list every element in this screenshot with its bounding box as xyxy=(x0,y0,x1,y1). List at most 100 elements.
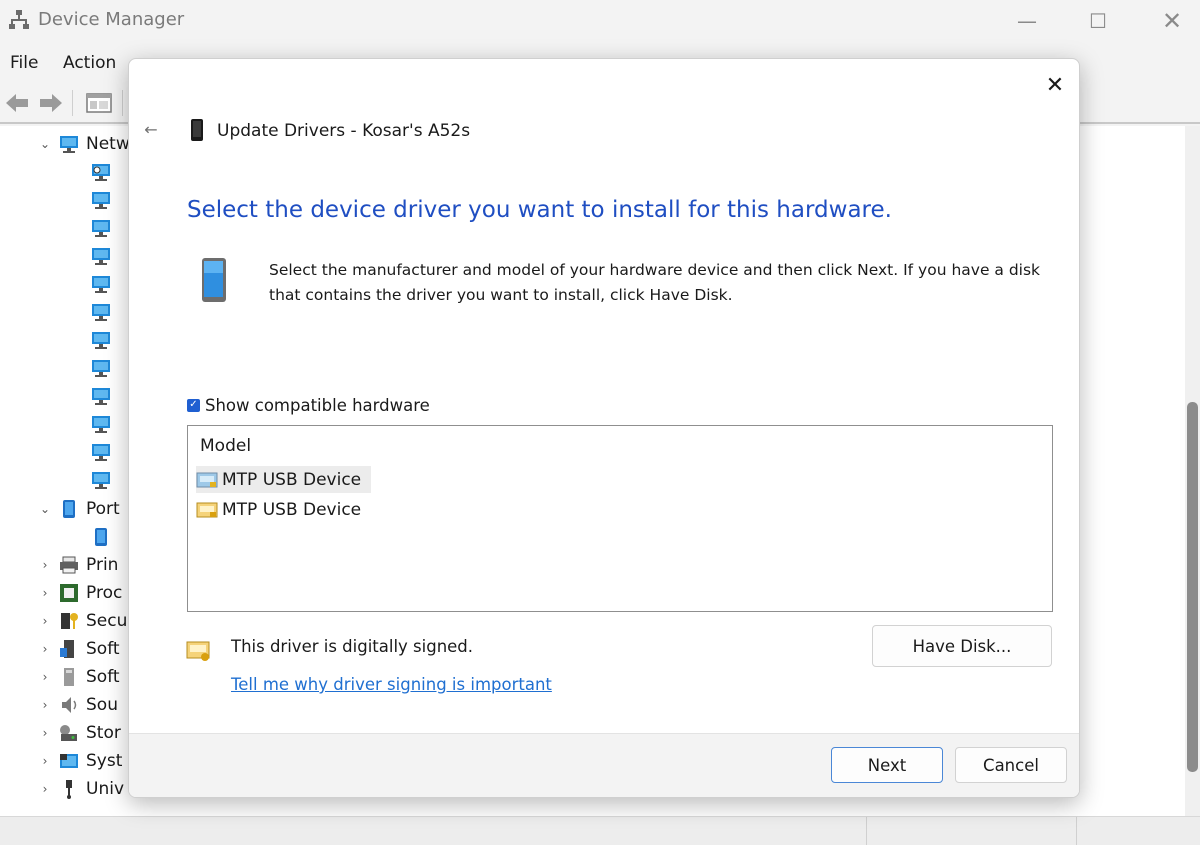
model-list-item[interactable]: MTP USB Device xyxy=(196,466,372,493)
tree-item-processors[interactable]: › Proc xyxy=(38,580,123,606)
tree-item-security[interactable]: › Secu xyxy=(38,608,128,634)
network-adapter-icon xyxy=(92,164,110,181)
checkbox-checked-icon[interactable]: ✓ xyxy=(187,398,200,412)
device-manager-icon xyxy=(9,10,29,29)
driver-icon xyxy=(196,472,218,487)
chevron-down-icon[interactable]: ⌄ xyxy=(38,502,52,516)
security-icon xyxy=(61,613,78,629)
show-compatible-hardware-checkbox[interactable]: ✓ Show compatible hardware xyxy=(187,393,430,417)
port-icon xyxy=(63,500,75,518)
chevron-right-icon[interactable]: › xyxy=(38,586,52,600)
toolbar-separator xyxy=(72,90,73,116)
next-button[interactable]: Next xyxy=(831,747,943,783)
chevron-right-icon[interactable]: › xyxy=(38,558,52,572)
network-adapter-icon xyxy=(92,388,110,405)
tree-item-network-adapter[interactable] xyxy=(90,159,118,185)
cancel-button[interactable]: Cancel xyxy=(955,747,1067,783)
window-title: Device Manager xyxy=(38,9,185,30)
menu-action[interactable]: Action xyxy=(63,53,116,73)
tree-item-network-adapter[interactable] xyxy=(90,467,118,493)
tree-item-system-devices[interactable]: › Syst xyxy=(38,748,123,774)
dialog-close-button[interactable]: ✕ xyxy=(1041,71,1069,99)
tree-item-label: Port xyxy=(86,499,120,519)
tree-item-network-adapter[interactable] xyxy=(90,327,118,353)
tree-item-sound[interactable]: › Sou xyxy=(38,692,118,718)
tree-item-ports[interactable]: ⌄ Port xyxy=(38,496,120,522)
forward-arrow-icon[interactable] xyxy=(36,88,66,118)
tree-item-network-adapter[interactable] xyxy=(90,411,118,437)
network-adapter-icon xyxy=(92,444,110,461)
tree-item-label: Secu xyxy=(86,611,128,631)
tree-item-network-adapter[interactable] xyxy=(90,439,118,465)
chevron-right-icon[interactable]: › xyxy=(38,782,52,796)
tree-item-printers[interactable]: › Prin xyxy=(38,552,119,578)
signed-driver-icon xyxy=(186,641,210,661)
chevron-right-icon[interactable]: › xyxy=(38,754,52,768)
tree-item-label: Syst xyxy=(86,751,123,771)
tree-item-software-devices[interactable]: › Soft xyxy=(38,664,120,690)
tree-item-usb-controllers[interactable]: › Univ xyxy=(38,776,124,802)
chevron-right-icon[interactable]: › xyxy=(38,614,52,628)
chevron-right-icon[interactable]: › xyxy=(38,726,52,740)
tree-item-network-adapters[interactable]: ⌄ Netw xyxy=(38,131,130,157)
update-drivers-dialog: ✕ ← Update Drivers - Kosar's A52s Select… xyxy=(128,58,1080,798)
tree-item-network-adapter[interactable] xyxy=(90,271,118,297)
vertical-scrollbar[interactable] xyxy=(1185,126,1200,816)
network-adapter-icon xyxy=(92,276,110,293)
device-manager-titlebar: Device Manager — ☐ ✕ xyxy=(0,0,1200,44)
chevron-right-icon[interactable]: › xyxy=(38,670,52,684)
software-component-icon xyxy=(60,640,74,658)
back-button[interactable]: ← xyxy=(141,117,161,141)
maximize-button[interactable]: ☐ xyxy=(1078,6,1118,36)
phone-device-icon xyxy=(191,119,203,141)
minimize-button[interactable]: — xyxy=(1007,6,1047,36)
network-adapter-icon xyxy=(92,248,110,265)
tree-item-network-adapter[interactable] xyxy=(90,383,118,409)
dialog-heading: Select the device driver you want to ins… xyxy=(187,197,892,223)
model-column-header: Model xyxy=(200,436,252,456)
back-arrow-icon[interactable] xyxy=(2,88,32,118)
properties-window-icon[interactable] xyxy=(84,88,114,118)
sound-icon xyxy=(62,697,77,713)
tree-item-label: Stor xyxy=(86,723,121,743)
tree-item-port-device[interactable] xyxy=(90,524,118,550)
model-label: MTP USB Device xyxy=(222,469,362,490)
network-adapter-icon xyxy=(92,220,110,237)
network-adapter-icon xyxy=(92,192,110,209)
tree-item-label: Proc xyxy=(86,583,123,603)
tree-item-network-adapter[interactable] xyxy=(90,215,118,241)
toolbar-separator xyxy=(122,90,123,116)
model-list-item[interactable]: MTP USB Device xyxy=(196,496,371,523)
dialog-description: Select the manufacturer and model of you… xyxy=(269,261,1041,304)
have-disk-button[interactable]: Have Disk... xyxy=(872,625,1052,667)
dialog-header-title: Update Drivers - Kosar's A52s xyxy=(217,121,471,141)
menu-file[interactable]: File xyxy=(10,53,38,73)
tree-item-label: Univ xyxy=(86,779,125,799)
scrollbar-thumb[interactable] xyxy=(1187,402,1198,772)
tree-item-network-adapter[interactable] xyxy=(90,355,118,381)
network-adapter-icon xyxy=(92,304,110,321)
status-separator xyxy=(866,817,867,845)
chevron-down-icon[interactable]: ⌄ xyxy=(38,137,52,151)
model-label: MTP USB Device xyxy=(222,499,362,520)
tree-item-software-components[interactable]: › Soft xyxy=(38,636,120,662)
tree-item-label: Soft xyxy=(86,667,120,687)
model-list[interactable]: Model MTP USB Device MTP USB Device xyxy=(187,425,1053,612)
tree-item-network-adapter[interactable] xyxy=(90,299,118,325)
port-device-icon xyxy=(95,528,107,546)
chevron-right-icon[interactable]: › xyxy=(38,642,52,656)
network-adapter-icon xyxy=(92,332,110,349)
tree-item-label: Netw xyxy=(86,134,130,154)
window-close-button[interactable]: ✕ xyxy=(1152,6,1192,36)
network-adapter-icon xyxy=(92,472,110,489)
status-bar xyxy=(0,816,1200,845)
signed-driver-icon xyxy=(196,502,218,517)
chevron-right-icon[interactable]: › xyxy=(38,698,52,712)
tree-item-network-adapter[interactable] xyxy=(90,243,118,269)
driver-signing-link[interactable]: Tell me why driver signing is important xyxy=(231,675,552,694)
network-adapter-icon xyxy=(92,360,110,377)
tree-item-storage[interactable]: › Stor xyxy=(38,720,121,746)
storage-icon xyxy=(60,725,77,741)
tree-item-label: Sou xyxy=(86,695,118,715)
tree-item-network-adapter[interactable] xyxy=(90,187,118,213)
